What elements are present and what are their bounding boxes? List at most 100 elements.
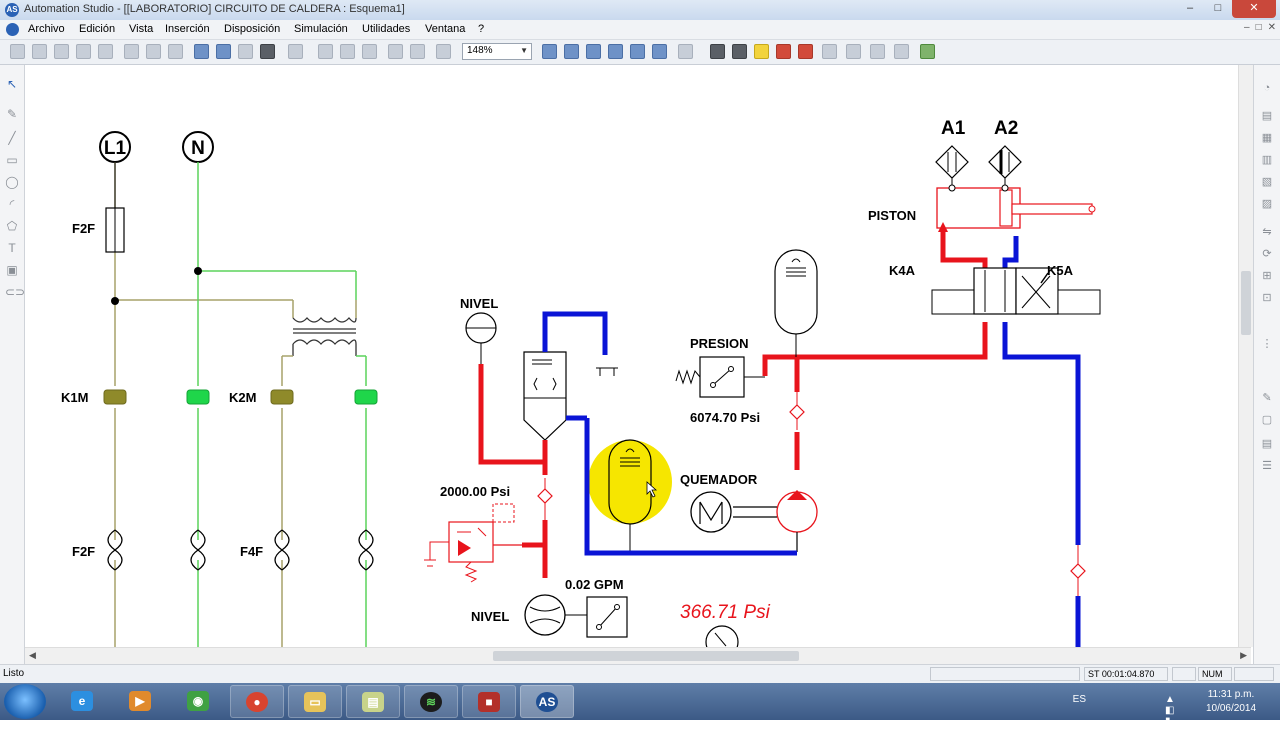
menu-ventana[interactable]: Ventana xyxy=(425,23,465,35)
zoom-selection-icon[interactable] xyxy=(652,44,667,59)
scroll-left-icon[interactable]: ◀ xyxy=(29,650,36,661)
taskbar-chrome[interactable]: ● xyxy=(230,685,284,718)
flip-icon[interactable]: ⇋ xyxy=(1260,225,1274,239)
zoom-select[interactable]: 148% ▼ xyxy=(462,43,532,60)
new-icon[interactable] xyxy=(10,44,25,59)
camera-icon[interactable] xyxy=(260,44,275,59)
close-button[interactable]: ✕ xyxy=(1232,0,1276,18)
pan-hand-icon[interactable] xyxy=(678,44,693,59)
network-icon[interactable] xyxy=(216,44,231,59)
taskbar-ie[interactable]: e xyxy=(56,685,110,718)
minimize-button[interactable]: – xyxy=(1176,0,1204,18)
rotate-icon[interactable]: ⟳ xyxy=(1260,247,1274,261)
back-icon[interactable] xyxy=(288,44,303,59)
check-valve-left[interactable] xyxy=(537,478,553,520)
save-all-icon[interactable] xyxy=(76,44,91,59)
menu-simulacion[interactable]: Simulación xyxy=(294,23,348,35)
relief-valve[interactable] xyxy=(424,503,522,583)
pressure-switch[interactable] xyxy=(675,356,765,398)
polygon-icon[interactable]: ⬠ xyxy=(5,219,19,233)
rectangle-icon[interactable]: ▭ xyxy=(5,153,19,167)
connect-icon[interactable] xyxy=(238,44,253,59)
taskbar-player[interactable]: ■ xyxy=(462,685,516,718)
layer-icon[interactable]: ▤ xyxy=(1260,109,1274,123)
contact-secondary-active[interactable] xyxy=(354,389,378,405)
check-valve-right[interactable] xyxy=(1070,545,1086,596)
probe-icon[interactable] xyxy=(846,44,861,59)
menu-utilidades[interactable]: Utilidades xyxy=(362,23,410,35)
contact-n-active[interactable] xyxy=(186,389,210,405)
pressure-gauge[interactable] xyxy=(705,625,739,647)
menu-archivo[interactable]: Archivo xyxy=(28,23,65,35)
menu-insercion[interactable]: Inserción xyxy=(165,23,210,35)
level-indicator-top[interactable] xyxy=(465,312,497,344)
edit-icon[interactable]: ✎ xyxy=(1260,391,1274,405)
menu-edicion[interactable]: Edición xyxy=(79,23,115,35)
redo-icon[interactable] xyxy=(410,44,425,59)
library-icon[interactable] xyxy=(146,44,161,59)
link-tool-icon[interactable]: ⊂⊃ xyxy=(5,285,25,299)
menu-help[interactable]: ? xyxy=(478,23,484,35)
lock-icon[interactable]: ▢ xyxy=(1260,413,1274,427)
vertical-scroll-thumb[interactable] xyxy=(1241,271,1251,335)
burner-motor[interactable] xyxy=(690,491,732,533)
properties-icon[interactable] xyxy=(124,44,139,59)
undo-icon[interactable] xyxy=(388,44,403,59)
cut-icon[interactable] xyxy=(318,44,333,59)
document-icon[interactable] xyxy=(6,23,19,36)
save-icon[interactable] xyxy=(54,44,69,59)
plotter-icon[interactable] xyxy=(894,44,909,59)
zoom-fit-icon[interactable] xyxy=(630,44,645,59)
accumulator-selected[interactable] xyxy=(608,439,652,553)
menu-vista[interactable]: Vista xyxy=(129,23,153,35)
accumulator-top[interactable] xyxy=(774,249,818,357)
menu-disposicion[interactable]: Disposición xyxy=(224,23,280,35)
list-icon[interactable]: ☰ xyxy=(1260,459,1274,473)
sensor-a2[interactable] xyxy=(988,145,1022,179)
ellipse-icon[interactable]: ◯ xyxy=(5,175,19,189)
zoom-page-icon[interactable] xyxy=(608,44,623,59)
taskbar-notes[interactable]: ▤ xyxy=(346,685,400,718)
piston-cylinder[interactable] xyxy=(936,184,1096,229)
front-icon[interactable]: ▧ xyxy=(1260,175,1274,189)
copy-format-icon[interactable] xyxy=(436,44,451,59)
taskbar-spotify[interactable]: ≋ xyxy=(404,685,458,718)
taskbar-network[interactable]: ◉ xyxy=(172,685,226,718)
image-icon[interactable]: ▣ xyxy=(5,263,19,277)
horizontal-scroll-thumb[interactable] xyxy=(493,651,799,661)
zoom-window-icon[interactable] xyxy=(586,44,601,59)
taskbar-explorer[interactable]: ▭ xyxy=(288,685,342,718)
explorer-icon[interactable] xyxy=(194,44,209,59)
copy-icon[interactable] xyxy=(340,44,355,59)
sensor-a1[interactable] xyxy=(935,145,969,179)
back-layer-icon[interactable]: ▨ xyxy=(1260,197,1274,211)
vertical-scrollbar[interactable] xyxy=(1238,65,1253,647)
boiler-tank[interactable] xyxy=(523,351,587,441)
terminal-l1[interactable]: L1 xyxy=(99,131,131,163)
mdi-close-button[interactable]: ✕ xyxy=(1268,22,1276,33)
taskbar-media[interactable]: ▶ xyxy=(114,685,168,718)
chevron-down-icon[interactable]: ▼ xyxy=(520,46,528,55)
line-icon[interactable]: ╱ xyxy=(5,131,19,145)
meter-icon[interactable] xyxy=(870,44,885,59)
print-preview-icon[interactable] xyxy=(98,44,113,59)
taskbar-automation-studio[interactable]: AS xyxy=(520,685,574,718)
contact-k1m[interactable] xyxy=(103,389,127,405)
horizontal-scrollbar[interactable]: ◀ ▶ xyxy=(25,647,1251,664)
maximize-button[interactable]: □ xyxy=(1204,0,1232,18)
paste-icon[interactable] xyxy=(362,44,377,59)
pause-icon[interactable] xyxy=(732,44,747,59)
properties-panel-icon[interactable]: ▤ xyxy=(1260,437,1274,451)
check-valve-middle[interactable] xyxy=(789,392,805,430)
terminal-n[interactable]: N xyxy=(182,131,214,163)
schematic-canvas[interactable]: L1 N F2F K1M K2M F2F F4F A1 A2 PISTON K4… xyxy=(25,65,1253,647)
flow-switch[interactable] xyxy=(586,596,628,638)
zoom-in-icon[interactable] xyxy=(542,44,557,59)
pump[interactable] xyxy=(776,490,818,552)
snap-icon[interactable]: ⋮ xyxy=(1260,337,1274,351)
text-icon[interactable]: T xyxy=(5,241,19,255)
open-icon[interactable] xyxy=(32,44,47,59)
pointer-icon[interactable]: ↖ xyxy=(5,77,19,91)
arc-icon[interactable]: ◜ xyxy=(5,197,19,211)
clock[interactable]: 11:31 p.m. 10/06/2014 xyxy=(1190,688,1272,716)
